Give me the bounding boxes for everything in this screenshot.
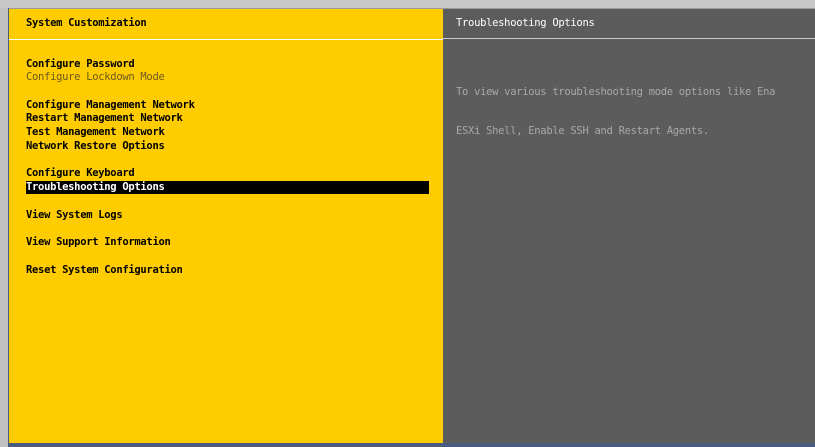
menu-item-reset-system-configuration[interactable]: Reset System Configuration	[26, 264, 183, 277]
description-line: To view various troubleshooting mode opt…	[456, 86, 776, 98]
window-frame-left	[0, 8, 9, 447]
panel-header: System Customization	[9, 9, 443, 40]
menu-item-troubleshooting-options[interactable]: Troubleshooting Options	[26, 181, 429, 194]
menu-item-test-management-network[interactable]: Test Management Network	[26, 126, 165, 139]
description-line: ESXi Shell, Enable SSH and Restart Agent…	[456, 125, 709, 137]
menu-item-restart-management-network[interactable]: Restart Management Network	[26, 112, 183, 125]
description-header: Troubleshooting Options	[443, 9, 815, 39]
panel-title: System Customization	[26, 17, 147, 29]
window-frame-top	[0, 0, 815, 9]
menu-item-configure-lockdown-mode[interactable]: Configure Lockdown Mode	[26, 71, 165, 84]
description-title: Troubleshooting Options	[456, 17, 595, 29]
menu-item-view-system-logs[interactable]: View System Logs	[26, 209, 123, 222]
description-text: To view various troubleshooting mode opt…	[456, 60, 815, 164]
window-frame-bottom	[8, 443, 815, 447]
menu-item-view-support-information[interactable]: View Support Information	[26, 236, 171, 249]
menu-item-network-restore-options[interactable]: Network Restore Options	[26, 140, 165, 153]
menu-item-configure-management-network[interactable]: Configure Management Network	[26, 99, 195, 112]
description-panel: Troubleshooting Options To view various …	[443, 9, 815, 443]
system-customization-panel: System Customization Configure Password …	[9, 9, 443, 443]
esxi-dcui-screen: System Customization Configure Password …	[0, 0, 815, 447]
menu-item-configure-keyboard[interactable]: Configure Keyboard	[26, 167, 135, 180]
menu-item-configure-password[interactable]: Configure Password	[26, 58, 135, 71]
